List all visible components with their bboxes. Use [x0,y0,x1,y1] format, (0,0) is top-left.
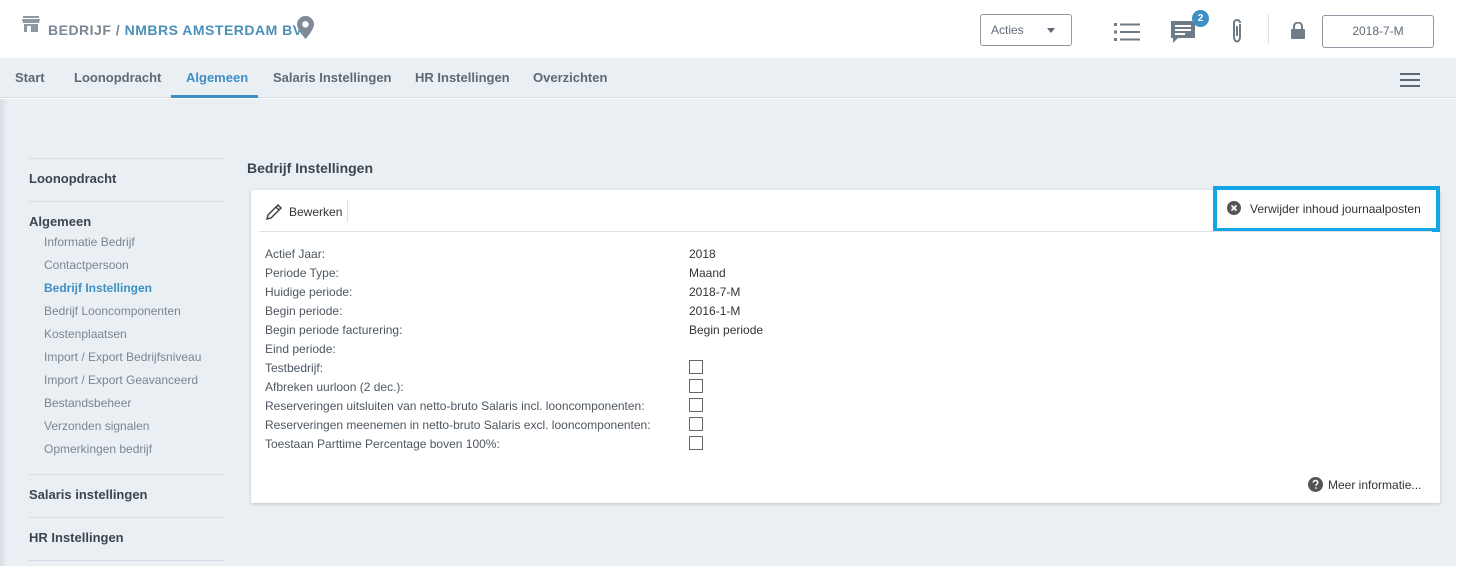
tab-start[interactable]: Start [15,70,45,85]
checkbox-afbreken-uurloon[interactable] [689,379,703,393]
remove-journal-entries-button[interactable]: Verwijder inhoud journaalposten [1213,186,1440,232]
sidebar-item-verzonden-signalen[interactable]: Verzonden signalen [44,419,149,433]
top-header: BEDRIJF / NMBRS AMSTERDAM BV Acties 2 20… [0,0,1460,58]
sidebar-item-import-export-geavanceerd[interactable]: Import / Export Geavanceerd [44,373,198,387]
field-value-huidige-periode: 2018-7-M [689,285,741,299]
breadcrumb-prefix[interactable]: BEDRIJF / [48,22,120,38]
map-pin-icon[interactable] [297,16,314,39]
tab-overzichten[interactable]: Overzichten [533,70,607,85]
pencil-icon [265,203,283,221]
more-info-label: Meer informatie... [1328,478,1422,492]
sidebar-divider [29,474,224,475]
checkbox-label-reserveringen-uitsluiten: Reserveringen uitsluiten van netto-bruto… [265,399,645,413]
active-tab-indicator [171,95,258,98]
actions-dropdown-label: Acties [991,23,1024,37]
edit-button-label: Bewerken [289,205,343,219]
sidebar-divider [29,158,224,159]
field-label-begin-periode: Begin periode: [265,304,343,318]
help-circle-icon [1308,477,1323,492]
hamburger-menu-icon[interactable] [1400,73,1420,87]
checkbox-label-testbedrijf: Testbedrijf: [265,361,324,375]
sidebar-section-loonopdracht[interactable]: Loonopdracht [29,171,116,186]
close-circle-icon [1227,201,1241,215]
page-title: Bedrijf Instellingen [247,160,374,176]
settings-panel: Bewerken Verwijder inhoud journaalposten… [251,186,1440,503]
sidebar-divider [29,201,224,202]
main-nav: Start Loonopdracht Algemeen Salaris Inst… [0,58,1456,98]
field-value-begin-periode-facturering: Begin periode [689,323,764,337]
field-label-actief-jaar: Actief Jaar: [265,247,326,261]
checkbox-testbedrijf[interactable] [689,360,703,374]
checkbox-label-reserveringen-meenemen: Reserveringen meenemen in netto-bruto Sa… [265,418,651,432]
checkbox-reserveringen-uitsluiten[interactable] [689,398,703,412]
field-label-periode-type: Periode Type: [265,266,339,280]
list-icon[interactable] [1114,22,1140,42]
tab-hr-instellingen[interactable]: HR Instellingen [415,70,510,85]
breadcrumb: BEDRIJF / NMBRS AMSTERDAM BV [48,22,303,38]
breadcrumb-company[interactable]: NMBRS AMSTERDAM BV [125,22,303,38]
checkbox-parttime-percentage[interactable] [689,436,703,450]
notification-badge: 2 [1192,10,1209,27]
field-label-huidige-periode: Huidige periode: [265,285,353,299]
field-label-eind-periode: Eind periode: [265,342,336,356]
sidebar-item-import-export-bedrijfsniveau[interactable]: Import / Export Bedrijfsniveau [44,350,201,364]
header-divider [1268,14,1269,44]
field-value-begin-periode: 2016-1-M [689,304,741,318]
sidebar-divider [29,517,224,518]
actions-dropdown[interactable]: Acties [980,14,1072,46]
sidebar-item-bestandsbeheer[interactable]: Bestandsbeheer [44,396,131,410]
checkbox-label-parttime-percentage: Toestaan Parttime Percentage boven 100%: [265,437,500,451]
right-edge [1456,58,1460,566]
sidebar-divider [29,560,224,561]
sidebar-item-bedrijf-looncomponenten[interactable]: Bedrijf Looncomponenten [44,304,181,318]
sidebar-section-salaris-instellingen[interactable]: Salaris instellingen [29,487,148,502]
lock-icon[interactable] [1291,22,1305,39]
checkbox-label-afbreken-uurloon: Afbreken uurloon (2 dec.): [265,380,404,394]
field-value-periode-type: Maand [689,266,726,280]
chevron-down-icon [1047,28,1055,33]
paperclip-icon[interactable] [1229,18,1245,44]
store-icon [22,16,40,32]
sidebar-item-informatie-bedrijf[interactable]: Informatie Bedrijf [44,235,135,249]
sidebar-item-contactpersoon[interactable]: Contactpersoon [44,258,129,272]
sidebar-item-opmerkingen-bedrijf[interactable]: Opmerkingen bedrijf [44,442,152,456]
sidebar-item-bedrijf-instellingen[interactable]: Bedrijf Instellingen [44,281,152,295]
field-label-begin-periode-facturering: Begin periode facturering: [265,323,403,337]
chat-icon[interactable] [1170,20,1196,44]
sidebar-item-kostenplaatsen[interactable]: Kostenplaatsen [44,327,127,341]
tab-loonopdracht[interactable]: Loonopdracht [74,70,161,85]
period-selector[interactable]: 2018-7-M [1322,15,1434,48]
toolbar-separator [259,231,1432,232]
sidebar-section-algemeen[interactable]: Algemeen [29,214,91,229]
toolbar-divider [347,200,348,222]
remove-button-label: Verwijder inhoud journaalposten [1250,202,1421,216]
sidebar-section-hr-instellingen[interactable]: HR Instellingen [29,530,124,545]
tab-algemeen[interactable]: Algemeen [186,70,248,85]
left-shadow [0,99,8,566]
tab-salaris-instellingen[interactable]: Salaris Instellingen [273,70,392,85]
checkbox-reserveringen-meenemen[interactable] [689,417,703,431]
field-value-actief-jaar: 2018 [689,247,716,261]
